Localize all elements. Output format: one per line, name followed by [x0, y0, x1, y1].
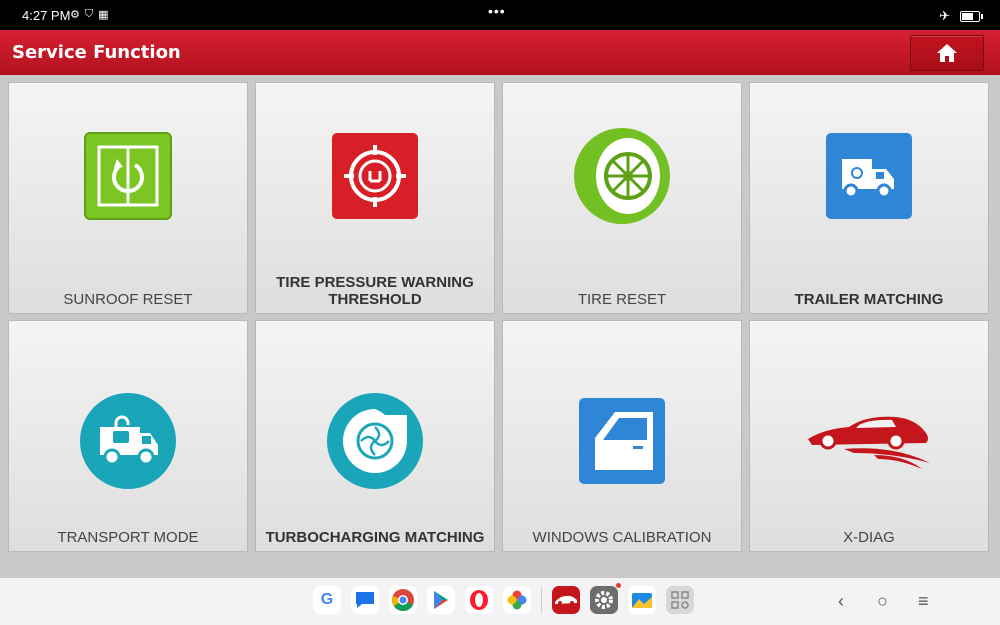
tile-trailer-matching[interactable]: TRAILER MATCHING	[749, 82, 989, 314]
tile-label: TIRE RESET	[577, 291, 667, 308]
play-store-icon[interactable]	[427, 586, 455, 614]
status-bar: 4:27 PM ⚙ ⛉ ▦ ••• ✈	[0, 0, 1000, 30]
tile-label: X-DIAG	[843, 529, 895, 546]
app-dock: G	[313, 583, 694, 614]
tile-transport-mode[interactable]: TRANSPORT MODE	[8, 320, 248, 552]
car-door-icon	[579, 398, 665, 484]
opera-icon[interactable]	[465, 586, 493, 614]
tile-label: TURBOCHARGING MATCHING	[265, 529, 485, 546]
back-button[interactable]: ‹	[838, 591, 844, 612]
photos-icon[interactable]	[503, 586, 531, 614]
airplane-icon: ✈	[939, 8, 950, 23]
tire-icon	[574, 127, 670, 224]
transport-van-icon	[80, 393, 176, 489]
chrome-icon[interactable]	[389, 586, 417, 614]
status-time: 4:27 PM	[22, 8, 71, 23]
app-drawer-icon[interactable]	[666, 586, 694, 614]
battery-icon	[960, 10, 983, 22]
settings-icon[interactable]	[590, 583, 621, 614]
tile-label: SUNROOF RESET	[63, 291, 193, 308]
truck-icon	[826, 132, 912, 219]
header-bar: Service Function	[0, 30, 1000, 75]
tile-sunroof-reset[interactable]: SUNROOF RESET	[8, 82, 248, 314]
tile-tire-pressure-warning-threshold[interactable]: TIRE PRESSURE WARNING THRESHOLD	[255, 82, 495, 314]
tpms-icon	[332, 132, 418, 219]
sunroof-icon	[84, 131, 172, 220]
notification-dot	[616, 583, 621, 588]
diag-app-icon[interactable]	[552, 586, 580, 614]
shield-icon: ⛉	[84, 8, 94, 20]
home-button[interactable]	[910, 35, 984, 71]
messages-icon[interactable]	[351, 586, 379, 614]
tile-tire-reset[interactable]: TIRE RESET	[502, 82, 742, 314]
tile-label: WINDOWS CALIBRATION	[532, 529, 712, 546]
service-grid: SUNROOF RESET TIRE PRESSURE WARNING THRE…	[0, 75, 1000, 578]
tile-windows-calibration[interactable]: WINDOWS CALIBRATION	[502, 320, 742, 552]
dock-divider	[541, 587, 542, 613]
tile-label: TIRE PRESSURE WARNING THRESHOLD	[276, 274, 474, 308]
google-icon[interactable]: G	[313, 586, 341, 614]
tile-label: TRANSPORT MODE	[57, 529, 199, 546]
turbo-icon	[327, 393, 423, 489]
recents-button[interactable]: ≡	[918, 591, 929, 612]
home-icon	[937, 44, 957, 62]
tile-label: TRAILER MATCHING	[794, 291, 944, 308]
gallery-icon[interactable]	[628, 586, 656, 614]
system-nav-bar: G ‹ ○ ≡	[0, 578, 1000, 625]
tile-turbocharging-matching[interactable]: TURBOCHARGING MATCHING	[255, 320, 495, 552]
nav-home-button[interactable]: ○	[877, 591, 888, 612]
tile-x-diag[interactable]: X-DIAG	[749, 320, 989, 552]
settings-small-icon: ⚙	[70, 9, 80, 21]
grid-small-icon: ▦	[98, 9, 109, 21]
red-car-icon	[808, 416, 930, 469]
page-title: Service Function	[12, 42, 181, 63]
more-dots[interactable]: •••	[488, 3, 506, 19]
